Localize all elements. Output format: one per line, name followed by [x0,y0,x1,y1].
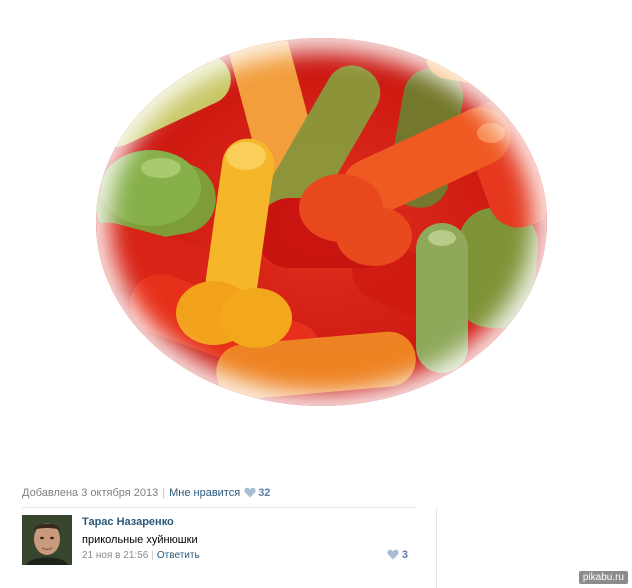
gummy-candies-photo[interactable] [96,38,547,406]
comment-item: Тарас Назаренко прикольные хуйнюшки 21 н… [22,515,416,565]
comment-like[interactable]: 3 [387,549,408,563]
heart-icon[interactable] [244,487,256,503]
reply-link[interactable]: Ответить [157,550,200,561]
post-meta: Добавлена 3 октября 2013 | Мне нравится 32 [22,485,416,501]
heart-icon[interactable] [387,549,399,563]
separator: | [151,550,154,561]
avatar[interactable] [22,515,72,565]
comment-text: прикольные хуйнюшки [82,534,198,546]
comment-meta: 21 ноя в 21:56 | Ответить [82,550,200,561]
like-link[interactable]: Мне нравится [169,487,240,499]
comment-author[interactable]: Тарас Назаренко [82,516,174,528]
divider [22,507,416,508]
comment-date[interactable]: 21 ноя в 21:56 [82,550,148,561]
gummy-candies-illustration [96,38,547,400]
like-count[interactable]: 32 [258,487,270,499]
post-added-date: Добавлена 3 октября 2013 [22,487,159,499]
divider [436,508,437,588]
comment-like-count[interactable]: 3 [402,549,408,561]
watermark: pikabu.ru [578,571,628,584]
separator: | [162,487,166,499]
